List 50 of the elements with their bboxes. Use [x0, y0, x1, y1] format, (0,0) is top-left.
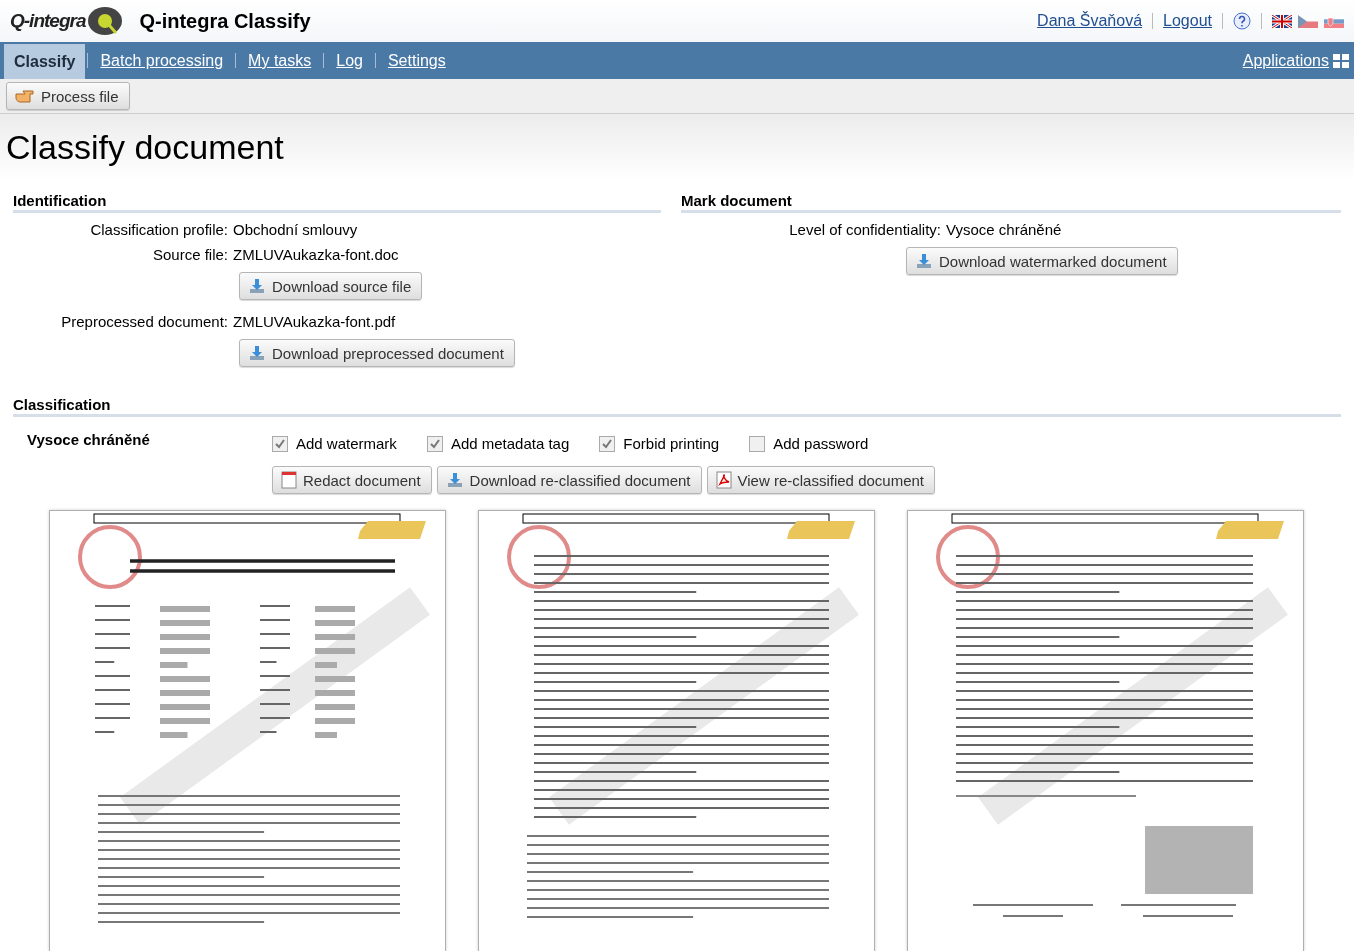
document-icon [281, 471, 297, 489]
nav-tab[interactable]: Classify [4, 44, 86, 79]
nav-tab[interactable]: Log [326, 42, 373, 79]
nav-tab[interactable]: My tasks [238, 42, 322, 79]
field-value: Obchodní smlouvy [233, 220, 359, 240]
download-icon [915, 252, 933, 270]
applications-link[interactable]: Applications [1242, 42, 1350, 79]
header-link[interactable]: Dana Švaňová [1037, 12, 1143, 30]
field-label: Level of confidentiality: [788, 220, 941, 240]
uk-flag-icon[interactable] [1272, 14, 1292, 28]
section-heading: Classification [13, 394, 1341, 417]
logo-text: Q-integra [10, 10, 86, 32]
download-button[interactable]: Download watermarked document [906, 247, 1178, 275]
section-heading: Mark document [681, 190, 1341, 213]
help-icon[interactable] [1233, 12, 1251, 30]
download-icon [248, 277, 266, 295]
grid-icon [1332, 52, 1350, 69]
field-label: Classification profile: [89, 220, 228, 240]
download-icon [445, 471, 464, 489]
field-value: ZMLUVAukazka-font.doc [233, 245, 400, 265]
checkbox[interactable] [426, 435, 443, 452]
field-value: ZMLUVAukazka-font.pdf [233, 312, 397, 332]
header-link[interactable]: Logout [1163, 12, 1212, 30]
app-title: Q-integra Classify [139, 9, 311, 33]
action-button[interactable]: Redact document [272, 466, 432, 494]
pointing-hand-icon [15, 88, 35, 104]
field-label: Source file: [151, 245, 228, 265]
nav-tab[interactable]: Batch processing [90, 42, 234, 79]
checkbox-label: Add metadata tag [450, 435, 570, 452]
action-button[interactable]: Download re-classified document [436, 466, 702, 494]
field-label: Preprocessed document: [60, 312, 228, 332]
checkbox[interactable] [749, 435, 766, 452]
download-button[interactable]: Download preprocessed document [239, 339, 515, 367]
logo-icon [87, 6, 124, 36]
section-heading: Identification [13, 190, 661, 213]
nav-tab[interactable]: Settings [377, 42, 456, 79]
checkbox[interactable] [599, 435, 616, 452]
checkbox[interactable] [272, 435, 288, 452]
checkbox-label: Forbid printing [623, 435, 720, 452]
download-button[interactable]: Download source file [239, 272, 423, 300]
field-value: Vysoce chráněné [946, 220, 1063, 240]
checkbox-label: Add watermark [296, 435, 397, 452]
confidentiality-level: Vysoce chráněné [27, 431, 151, 450]
pdf-icon [715, 471, 732, 489]
action-button[interactable]: View re-classified document [706, 466, 935, 494]
checkbox-label: Add password [773, 435, 869, 452]
cz-flag-icon[interactable] [1298, 14, 1318, 28]
page-title: Classify document [6, 127, 284, 167]
download-icon [248, 344, 266, 362]
process-file-button[interactable]: Process file [6, 82, 130, 110]
